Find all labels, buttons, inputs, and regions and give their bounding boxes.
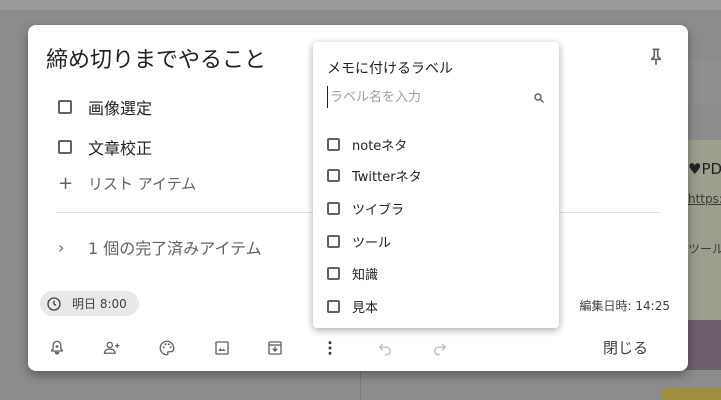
- label-menu: メモに付けるラベル noteネタ Twitterネタ ツイブラ ツール 知識 見…: [313, 42, 559, 328]
- background-text: ♥PD: [688, 160, 721, 178]
- label-checkbox[interactable]: [327, 137, 340, 151]
- label-name: noteネタ: [352, 138, 408, 154]
- label-name: Twitterネタ: [352, 169, 422, 185]
- add-list-item-label: リスト アイテム: [88, 175, 197, 193]
- label-name: ツイブラ: [352, 202, 405, 218]
- label-option[interactable]: noteネタ: [327, 134, 407, 154]
- item-text[interactable]: 文章校正: [88, 135, 152, 159]
- list-item[interactable]: 文章校正: [58, 135, 152, 159]
- chevron-right-icon: ›: [58, 237, 65, 257]
- label-checkbox[interactable]: [327, 168, 340, 182]
- label-menu-title: メモに付けるラベル: [327, 61, 453, 77]
- label-option[interactable]: ツール: [327, 231, 391, 251]
- item-text[interactable]: 画像選定: [88, 95, 152, 119]
- image-icon[interactable]: [211, 337, 233, 359]
- completed-items-label: 1 個の完了済みアイテム: [88, 239, 262, 258]
- clock-icon: [47, 296, 61, 311]
- item-checkbox[interactable]: [58, 100, 72, 114]
- search-icon: [534, 93, 545, 104]
- label-name: ツール: [352, 235, 392, 251]
- background-divider: [360, 370, 361, 400]
- item-checkbox[interactable]: [58, 140, 72, 154]
- undo-icon: [374, 337, 396, 359]
- add-alert-icon[interactable]: [46, 337, 68, 359]
- label-checkbox[interactable]: [327, 299, 340, 313]
- reminder-chip[interactable]: 明日 8:00: [40, 291, 139, 316]
- background-card: [662, 388, 721, 400]
- completed-items-toggle[interactable]: › 1 個の完了済みアイテム: [58, 235, 262, 259]
- add-list-item[interactable]: + リスト アイテム: [58, 173, 196, 194]
- label-checkbox[interactable]: [327, 266, 340, 280]
- label-option[interactable]: 見本: [327, 296, 378, 316]
- label-checkbox[interactable]: [327, 234, 340, 248]
- pin-icon[interactable]: [646, 45, 666, 67]
- background-text: https:: [688, 192, 721, 206]
- palette-icon[interactable]: [156, 337, 178, 359]
- note-title[interactable]: 締め切りまでやること: [46, 42, 266, 74]
- background-text: ツール: [688, 242, 721, 256]
- close-button[interactable]: 閉じる: [603, 337, 648, 358]
- label-name: 知識: [352, 267, 379, 283]
- archive-icon[interactable]: [264, 337, 286, 359]
- label-search-input[interactable]: [327, 86, 527, 108]
- plus-icon: +: [58, 172, 74, 194]
- edited-timestamp: 編集日時: 14:25: [579, 299, 670, 313]
- more-icon[interactable]: [319, 337, 341, 359]
- label-name: 見本: [352, 300, 379, 316]
- note-toolbar: 閉じる: [28, 327, 688, 371]
- label-option[interactable]: 知識: [327, 263, 378, 283]
- label-checkbox[interactable]: [327, 201, 340, 215]
- reminder-text: 明日 8:00: [72, 297, 127, 311]
- label-option[interactable]: ツイブラ: [327, 198, 404, 218]
- list-item[interactable]: 画像選定: [58, 95, 152, 119]
- collaborator-icon[interactable]: [101, 337, 123, 359]
- redo-icon: [429, 337, 451, 359]
- background-topbar: [0, 0, 721, 10]
- label-option[interactable]: Twitterネタ: [327, 165, 422, 185]
